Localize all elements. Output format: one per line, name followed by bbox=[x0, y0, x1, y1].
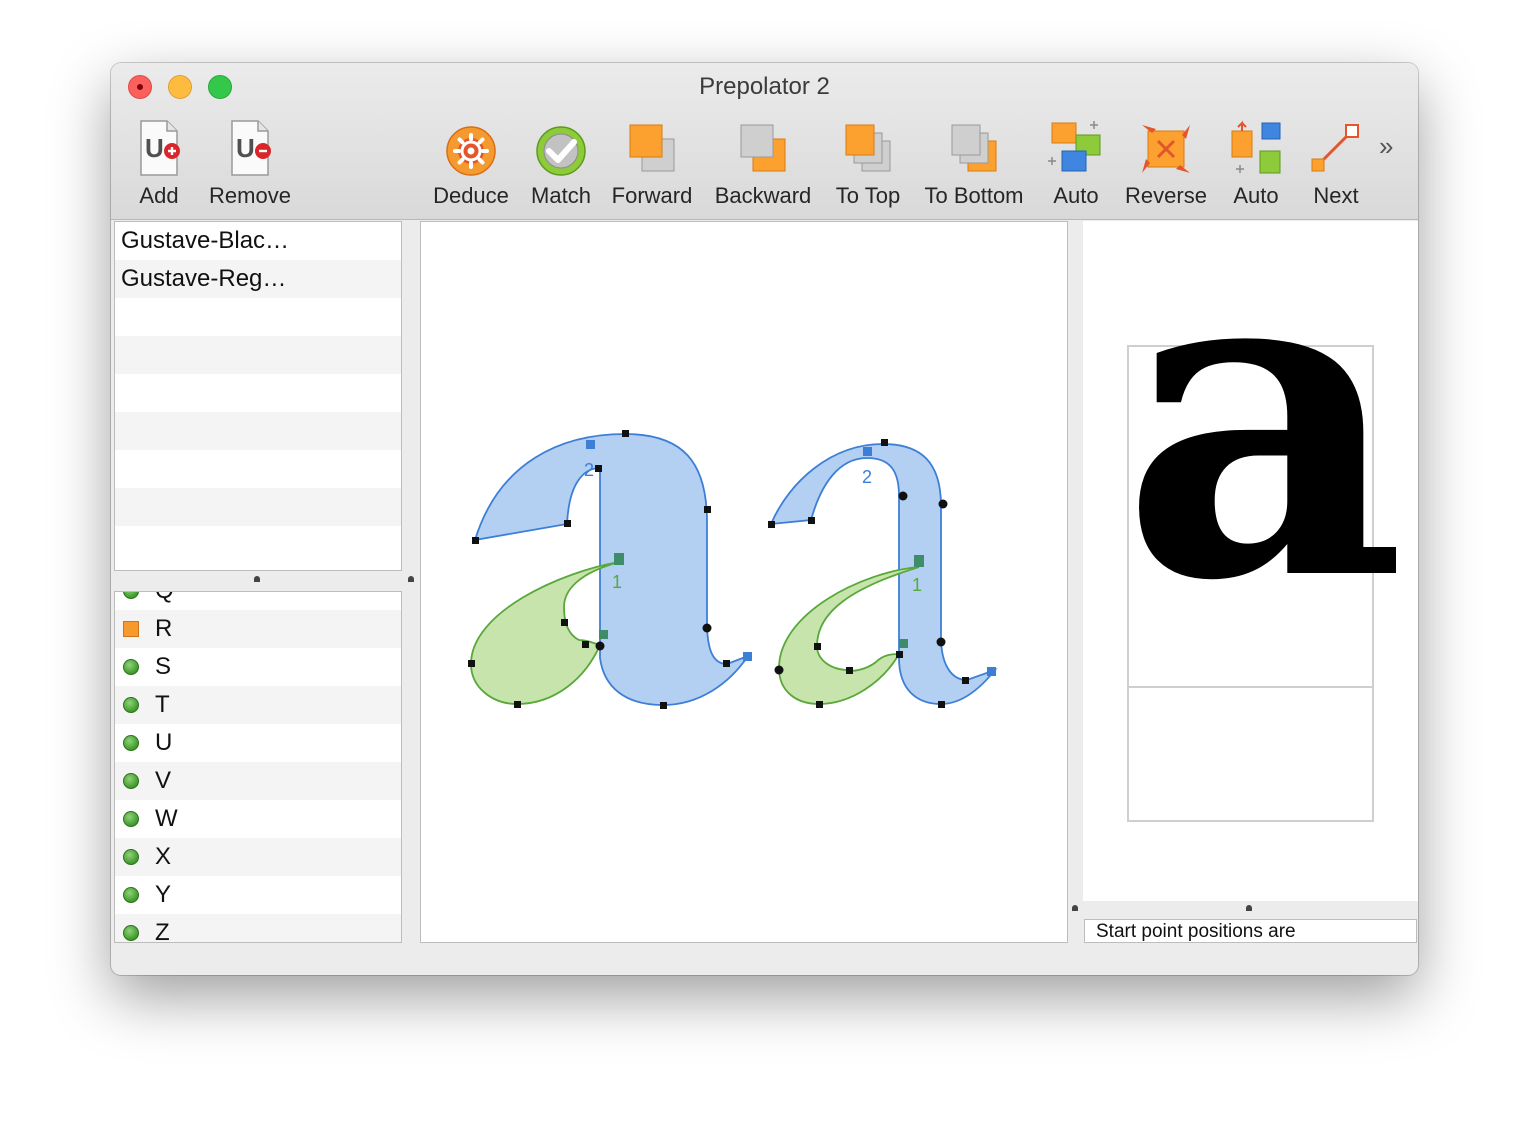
glyph-name: W bbox=[155, 805, 178, 832]
toolbar: Prepolator 2 U Add U Remove Deduce Match… bbox=[111, 63, 1418, 220]
add-label: Add bbox=[139, 183, 179, 208]
glyph-name: Y bbox=[155, 881, 172, 908]
contour-index-label: 2 bbox=[584, 460, 594, 480]
reverse-label: Reverse bbox=[1125, 183, 1207, 208]
status-ok-icon bbox=[123, 849, 139, 865]
status-ok-icon bbox=[123, 887, 139, 903]
backward-button[interactable]: Backward bbox=[707, 115, 819, 211]
auto-start-point-button[interactable]: Auto bbox=[1221, 115, 1291, 211]
glyph-row[interactable]: U bbox=[115, 724, 401, 762]
reverse-button[interactable]: Reverse bbox=[1121, 115, 1211, 211]
contour-index-label: 2 bbox=[862, 467, 872, 487]
contour-index-label: 1 bbox=[912, 575, 922, 595]
contour-index-label: 1 bbox=[612, 572, 622, 592]
glyph-row[interactable]: R bbox=[115, 610, 401, 648]
status-ok-icon bbox=[123, 697, 139, 713]
glyph-list: Q R S T U V W bbox=[114, 591, 402, 943]
checkmark-icon bbox=[536, 126, 586, 176]
glyph-row[interactable]: T bbox=[115, 686, 401, 724]
glyph-name: T bbox=[155, 691, 170, 718]
glyph-row[interactable]: X bbox=[115, 838, 401, 876]
glyph-name: U bbox=[155, 729, 173, 756]
remove-label: Remove bbox=[209, 183, 291, 208]
glyph-row[interactable]: Q bbox=[115, 592, 401, 610]
green-contour[interactable] bbox=[470, 561, 620, 705]
splitter-handle[interactable] bbox=[408, 576, 414, 582]
glyph-name: X bbox=[155, 843, 172, 870]
glyph-preview: a bbox=[1083, 221, 1418, 901]
outline-canvas[interactable]: 2 1 2 1 bbox=[420, 221, 1068, 943]
status-ok-icon bbox=[123, 659, 139, 675]
auto-order-label: Auto bbox=[1053, 183, 1099, 208]
deduce-button[interactable]: Deduce bbox=[429, 115, 513, 211]
send-to-back-icon bbox=[951, 124, 997, 172]
glyph-name: Z bbox=[155, 919, 170, 943]
green-contour[interactable] bbox=[778, 566, 920, 705]
forward-button[interactable]: Forward bbox=[607, 115, 697, 211]
auto-order-icon bbox=[1048, 121, 1101, 172]
splitter-handle[interactable] bbox=[1072, 905, 1078, 911]
status-ok-icon bbox=[123, 925, 139, 941]
backward-label: Backward bbox=[714, 183, 812, 208]
add-button[interactable]: U Add bbox=[123, 115, 195, 211]
status-warning-icon bbox=[123, 621, 139, 637]
remove-button[interactable]: U Remove bbox=[205, 115, 295, 211]
auto-start-point-icon bbox=[1231, 120, 1281, 174]
splitter-handle[interactable] bbox=[1246, 905, 1252, 911]
auto-start-point-label: Auto bbox=[1233, 183, 1279, 208]
glyph-name: R bbox=[155, 615, 173, 642]
preview-glyph: a bbox=[1121, 329, 1407, 677]
bring-forward-icon bbox=[629, 124, 675, 172]
bring-to-front-icon bbox=[845, 124, 891, 172]
glyph-row[interactable]: S bbox=[115, 648, 401, 686]
svg-text:U: U bbox=[236, 133, 255, 163]
to-top-button[interactable]: To Top bbox=[829, 115, 907, 211]
splitter-handle[interactable] bbox=[254, 576, 260, 582]
window-title: Prepolator 2 bbox=[699, 73, 830, 100]
status-ok-icon bbox=[123, 773, 139, 789]
status-ok-icon bbox=[123, 811, 139, 827]
glyph-name: Q bbox=[155, 592, 174, 610]
next-label: Next bbox=[1313, 183, 1359, 208]
to-top-label: To Top bbox=[835, 183, 901, 208]
glyph-row[interactable]: Y bbox=[115, 876, 401, 914]
deduce-label: Deduce bbox=[433, 183, 509, 208]
glyph-outlines: 2 1 2 1 bbox=[468, 430, 998, 709]
match-label: Match bbox=[531, 183, 591, 208]
next-point-icon bbox=[1311, 124, 1359, 172]
reverse-direction-icon bbox=[1142, 125, 1190, 173]
next-button[interactable]: Next bbox=[1303, 115, 1369, 211]
forward-label: Forward bbox=[611, 183, 693, 208]
to-bottom-button[interactable]: To Bottom bbox=[919, 115, 1029, 211]
font-list-item[interactable]: Gustave-Reg… bbox=[115, 260, 401, 298]
glyph-outline-bold bbox=[468, 430, 752, 709]
remove-font-icon: U bbox=[231, 120, 271, 176]
status-ok-icon bbox=[123, 735, 139, 751]
glyph-name: V bbox=[155, 767, 172, 794]
auto-order-button[interactable]: Auto bbox=[1041, 115, 1111, 211]
status-ok-icon bbox=[123, 592, 139, 599]
font-list-item[interactable]: Gustave-Blac… bbox=[115, 222, 401, 260]
to-bottom-label: To Bottom bbox=[924, 183, 1024, 208]
status-message: Start point positions are bbox=[1084, 919, 1417, 943]
app-window: Prepolator 2 U Add U Remove Deduce Match… bbox=[111, 63, 1418, 975]
glyph-row[interactable]: Z bbox=[115, 914, 401, 943]
gear-icon bbox=[446, 126, 496, 176]
glyph-row[interactable]: V bbox=[115, 762, 401, 800]
toolbar-overflow-chevron[interactable]: » bbox=[1379, 131, 1394, 162]
glyph-outline-regular bbox=[768, 439, 998, 708]
font-list: Gustave-Blac… Gustave-Reg… bbox=[114, 221, 402, 571]
svg-text:U: U bbox=[145, 133, 164, 163]
add-font-icon: U bbox=[140, 120, 180, 176]
glyph-name: S bbox=[155, 653, 172, 680]
match-button[interactable]: Match bbox=[523, 115, 599, 211]
glyph-row[interactable]: W bbox=[115, 800, 401, 838]
send-backward-icon bbox=[740, 124, 786, 172]
